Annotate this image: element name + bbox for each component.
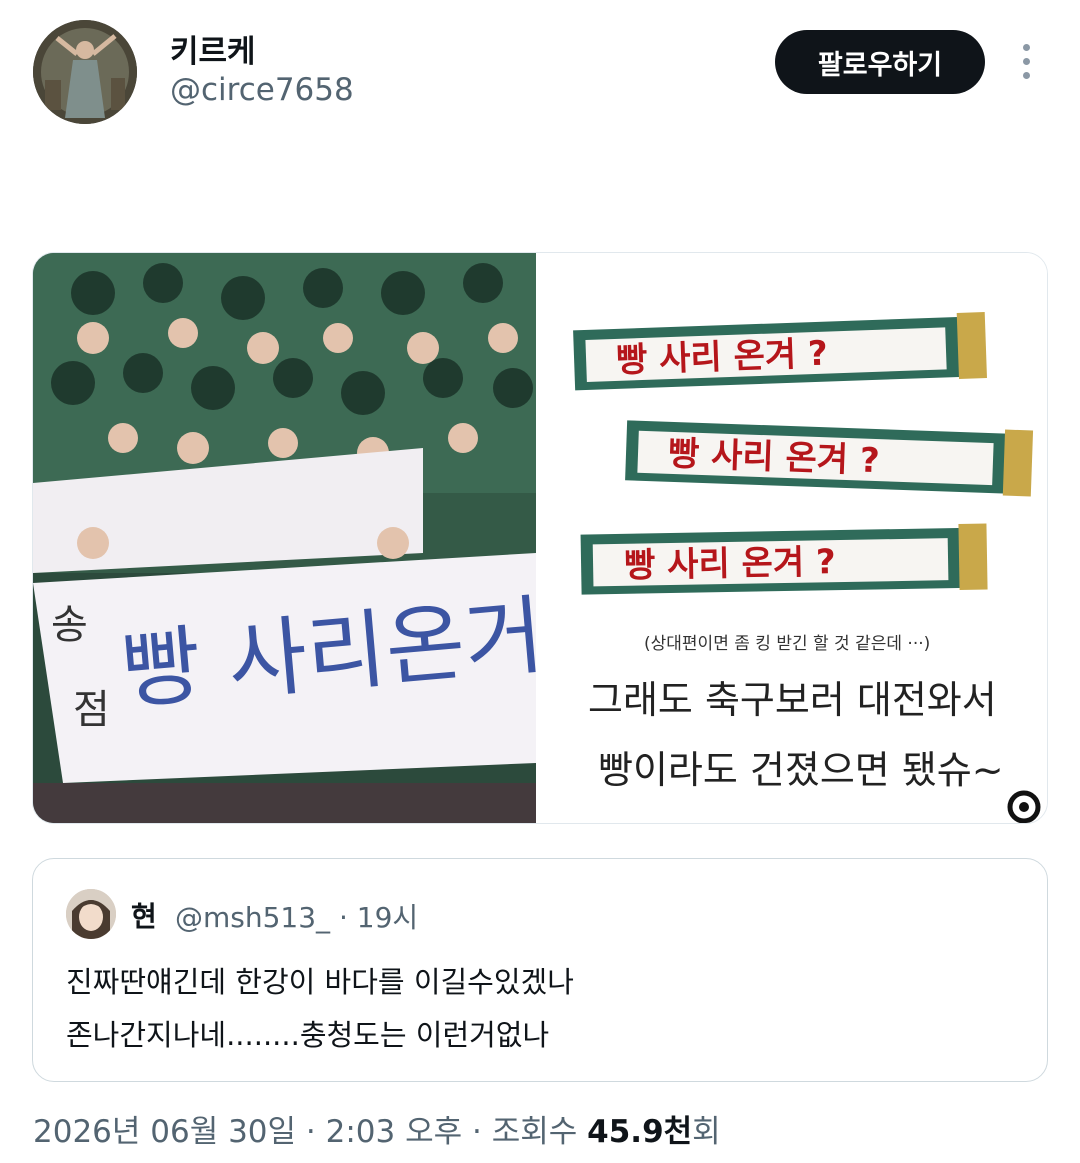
caption-line-2: 빵이라도 건졌으면 됐슈~	[598, 748, 1004, 792]
quote-text-line-1: 진짜딴얘긴데 한강이 바다를 이길수있겠나	[66, 965, 574, 999]
author-avatar[interactable]	[33, 20, 137, 124]
views-count: 45.9천	[587, 1114, 693, 1150]
banner-song: 송	[51, 602, 88, 648]
banner-1-text: 빵 사리 온겨 ?	[615, 334, 828, 381]
watermark-logo-icon	[1007, 790, 1041, 823]
caption-line-1: 그래도 축구보러 대전와서	[588, 678, 997, 722]
banner-jeom: 점	[73, 687, 110, 733]
media-photo-fans[interactable]: 송 점 빵 사리온거	[33, 253, 548, 823]
quote-time: · 19시	[338, 901, 419, 934]
author-handle[interactable]: @circe7658	[170, 72, 354, 108]
banner-2-text: 빵 사리 온겨 ?	[667, 434, 880, 481]
tweet-media[interactable]: 송 점 빵 사리온거 빵 사리 온겨 ? 빵 사리 온겨 ? 빵 사리 온겨 ?…	[32, 252, 1048, 824]
banner-3-text: 빵 사리 온겨 ?	[624, 542, 836, 586]
quote-author-handle: @msh513_	[175, 901, 331, 934]
quote-text-line-2: 존나간지나네........충청도는 이런거없나	[66, 1018, 550, 1052]
tweet-time[interactable]: 2:03 오후	[326, 1114, 463, 1150]
media-illustration-banners[interactable]: 빵 사리 온겨 ? 빵 사리 온겨 ? 빵 사리 온겨 ? (상대편이면 좀 킹…	[546, 253, 1047, 823]
quote-avatar[interactable]	[66, 889, 116, 939]
views-suffix: 회	[692, 1114, 721, 1150]
caption-small: (상대편이면 좀 킹 받긴 할 것 같은데 ···)	[644, 634, 930, 654]
views-label: 조회수	[491, 1114, 578, 1150]
tweet-meta: 2026년 06월 30일 · 2:03 오후 · 조회수 45.9천회	[33, 1106, 721, 1151]
more-vertical-icon[interactable]	[1014, 42, 1040, 82]
follow-button[interactable]: 팔로우하기	[775, 30, 985, 94]
quote-author-name: 현	[131, 900, 157, 933]
author-name[interactable]: 키르케	[170, 26, 256, 71]
quote-author-meta: @msh513_ · 19시	[175, 896, 418, 936]
tweet-date[interactable]: 2026년 06월 30일	[33, 1114, 296, 1150]
quoted-tweet[interactable]: 현 @msh513_ · 19시 진짜딴얘긴데 한강이 바다를 이길수있겠나 존…	[32, 858, 1048, 1082]
meta-separator-2: ·	[472, 1114, 482, 1150]
meta-separator-1: ·	[305, 1114, 316, 1150]
